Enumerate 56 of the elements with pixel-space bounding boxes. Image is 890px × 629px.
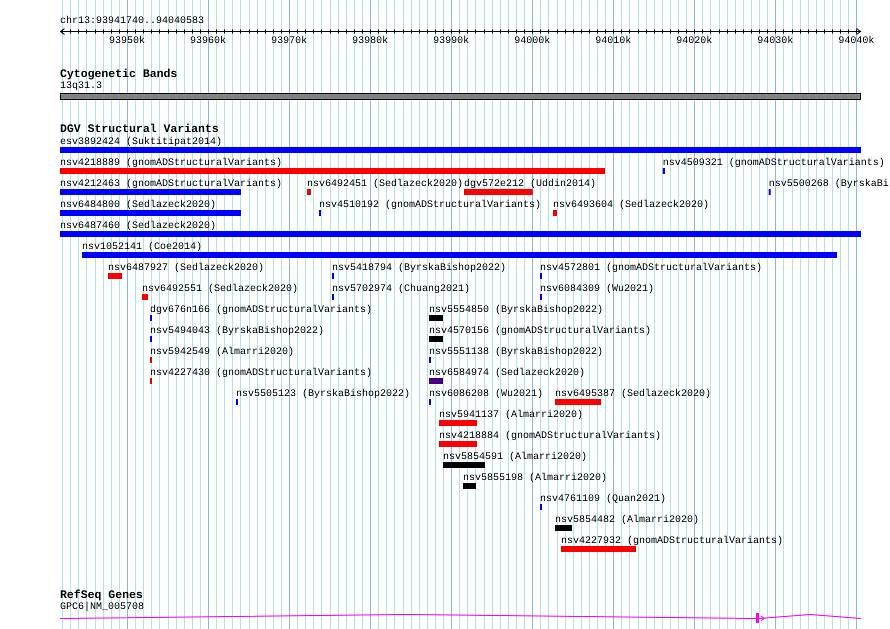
variant-label: nsv6584974 (Sedlazeck2020)	[429, 368, 586, 379]
tick-label: 93960k	[190, 36, 226, 46]
variant-label: nsv4218884 (gnomADStructuralVariants)	[439, 431, 662, 442]
variant-label: nsv4218889 (gnomADStructuralVariants)	[60, 158, 282, 169]
variant-label: nsv5854482 (Almarri2020)	[555, 515, 700, 526]
track-title: DGV Structural Variants	[60, 124, 219, 136]
variant-label: nsv5551138 (ByrskaBishop2022)	[429, 347, 604, 358]
variant-label: nsv6492551 (Sedlazeck2020)	[142, 284, 298, 295]
variant-label: nsv5941137 (Almarri2020)	[439, 410, 584, 421]
gene-label: GPC6|NM_005708	[60, 602, 144, 614]
variant-label: nsv5500268 (ByrskaBi	[768, 179, 889, 190]
tick-label: 94020k	[676, 36, 712, 46]
variant-label: nsv5942549 (Almarri2020)	[150, 347, 294, 358]
variant-label: esv3892424 (Suktitipat2014)	[60, 137, 222, 148]
variant-label: nsv6086208 (Wu2021)	[429, 389, 544, 400]
tick-label: 94030k	[757, 36, 794, 46]
variant-label: nsv4509321 (gnomADStructuralVariants)	[662, 158, 885, 169]
variant-label: nsv5554850 (ByrskaBishop2022)	[429, 305, 604, 316]
variant-label: nsv5505123 (ByrskaBishop2022)	[236, 389, 410, 400]
variant-label: nsv4510192 (gnomADStructuralVariants)	[319, 200, 542, 211]
tick-label: 93950k	[109, 36, 145, 46]
variant-label: nsv4212463 (gnomADStructuralVariants)	[60, 179, 282, 190]
variant-label: nsv4227430 (gnomADStructuralVariants)	[150, 368, 372, 379]
variant-bar[interactable]	[662, 168, 665, 174]
variant-label: nsv6495387 (Sedlazeck2020)	[555, 389, 712, 400]
variant-label: nsv6484800 (Sedlazeck2020)	[60, 200, 216, 211]
variant-label: nsv6487460 (Sedlazeck2020)	[60, 221, 216, 232]
tick-label: 93970k	[271, 36, 308, 46]
variant-label: nsv5854591 (Almarri2020)	[443, 452, 588, 463]
track-title: Cytogenetic Bands	[60, 69, 178, 81]
variant-label: dgv676n166 (gnomADStructuralVariants)	[150, 305, 372, 316]
location-label: chr13:93941740..94040583	[60, 16, 204, 28]
variant-bar[interactable]	[768, 189, 771, 195]
tick-label: 93980k	[352, 36, 388, 46]
track-title: RefSeq Genes	[60, 590, 143, 602]
variant-label: nsv6487927 (Sedlazeck2020)	[108, 263, 264, 274]
variant-label: nsv4227932 (gnomADStructuralVariants)	[561, 536, 784, 547]
tick-label: 94040k	[838, 36, 874, 46]
variant-label: nsv5418794 (ByrskaBishop2022)	[332, 263, 506, 274]
variant-label: nsv4572801 (gnomADStructuralVariants)	[540, 263, 762, 274]
tick-label: 94000k	[514, 36, 550, 46]
variant-label: nsv5702974 (Chuang2021)	[332, 284, 470, 295]
variant-label: nsv5494043 (ByrskaBishop2022)	[150, 326, 324, 337]
variant-label: nsv4761109 (Quan2021)	[540, 494, 666, 505]
variant-label: nsv6493604 (Sedlazeck2020)	[553, 200, 710, 211]
tick-label: 93990k	[433, 36, 470, 46]
band-label: 13q31.3	[60, 81, 102, 93]
cytoband-bar[interactable]	[60, 93, 861, 100]
variant-label: nsv4570156 (gnomADStructuralVariants)	[429, 326, 652, 337]
variant-label: nsv6084309 (Wu2021)	[540, 284, 654, 295]
tick-label: 94010k	[595, 36, 632, 46]
variant-label: nsv6492451 (Sedlazeck2020)	[307, 179, 464, 190]
variant-label: dgv572e212 (Uddin2014)	[464, 179, 596, 190]
exon-block[interactable]	[756, 613, 759, 623]
variant-label: nsv5855198 (Almarri2020)	[463, 473, 608, 484]
variant-label: nsv1052141 (Coe2014)	[82, 242, 202, 253]
